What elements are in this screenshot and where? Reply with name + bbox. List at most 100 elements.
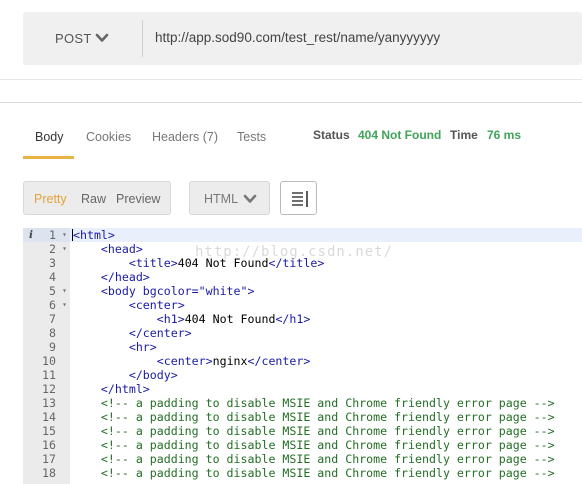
gutter-cell: 16	[23, 438, 70, 452]
gutter-cell: 6 ▾	[23, 298, 70, 312]
line-number: 7	[49, 312, 56, 326]
code-line: 11 </body>	[23, 368, 582, 382]
line-number: 11	[42, 368, 56, 382]
code-text: </body>	[128, 368, 178, 382]
language-select[interactable]: HTML	[189, 181, 270, 215]
code-text: <head>	[100, 242, 143, 256]
code-line: i 1 ▾ <html>	[23, 228, 582, 242]
request-bar-shadow	[0, 79, 582, 80]
code-text: <center>	[128, 298, 185, 312]
code-text: <body bgcolor="white">	[100, 284, 255, 298]
code-editor[interactable]: i 1 ▾ <html> 2 ▾ <head> 3 <title>404 Not Found…	[23, 228, 582, 484]
code-text: <!-- a padding to disable MSIE and Chrom…	[73, 396, 555, 410]
line-number: 12	[42, 382, 56, 396]
gutter-cell: i 1 ▾	[23, 228, 70, 242]
code-line: 9 <hr>	[23, 340, 582, 354]
time-label: Time	[450, 128, 478, 142]
gutter-cell: 3	[23, 256, 70, 270]
line-number: 2	[49, 242, 56, 256]
line-number: 4	[49, 270, 56, 284]
code-text: <html>	[73, 228, 115, 242]
status-badge: 404 Not Found	[358, 128, 442, 142]
code-text: </html>	[100, 382, 150, 396]
code-text: <hr>	[128, 340, 157, 354]
fold-toggle-icon[interactable]: ▾	[62, 228, 67, 242]
gutter-cell: 4	[23, 270, 70, 284]
gutter-cell: 18	[23, 466, 70, 480]
tab-headers[interactable]: Headers (7)	[152, 130, 218, 144]
gutter-cell: 7	[23, 312, 70, 326]
code-text: <!-- a padding to disable MSIE and Chrom…	[73, 438, 555, 452]
code-text: <center>nginx</center>	[156, 354, 311, 368]
line-number: 10	[42, 354, 56, 368]
method-dropdown[interactable]: POST	[23, 12, 141, 65]
info-icon: i	[29, 229, 33, 241]
line-number: 13	[42, 396, 56, 410]
code-text: <!-- a padding to disable MSIE and Chrom…	[73, 410, 555, 424]
gutter-cell: 17	[23, 452, 70, 466]
gutter-cell: 15	[23, 424, 70, 438]
pretty-button[interactable]: Pretty	[34, 192, 67, 206]
active-tab-indicator	[23, 156, 74, 159]
wrap-lines-button[interactable]	[280, 181, 317, 215]
line-number: 9	[49, 340, 56, 354]
time-value: 76 ms	[487, 128, 522, 142]
chevron-down-icon	[243, 194, 257, 203]
line-number: 18	[42, 466, 56, 480]
gutter-cell: 14	[23, 410, 70, 424]
line-number: 15	[42, 424, 56, 438]
preview-button[interactable]: Preview	[116, 192, 160, 206]
code-text: <!-- a padding to disable MSIE and Chrom…	[73, 466, 555, 480]
request-bar: POST http://app.sod90.com/test_rest/name…	[23, 12, 582, 65]
line-number: 1	[49, 228, 56, 242]
wrap-lines-icon	[292, 191, 308, 207]
code-line: 10 <center>nginx</center>	[23, 354, 582, 368]
tab-tests[interactable]: Tests	[237, 130, 266, 144]
line-number: 16	[42, 438, 56, 452]
text-cursor	[72, 229, 73, 241]
line-number: 17	[42, 452, 56, 466]
code-text: <h1>404 Not Found</h1>	[156, 312, 311, 326]
status-label: Status	[313, 128, 350, 142]
fold-toggle-icon[interactable]: ▾	[62, 284, 67, 298]
code-line: 18 <!-- a padding to disable MSIE and Ch…	[23, 466, 582, 480]
code-line: 8 </center>	[23, 326, 582, 340]
code-line: 17 <!-- a padding to disable MSIE and Ch…	[23, 452, 582, 466]
gutter-cell: 13	[23, 396, 70, 410]
code-text: <!-- a padding to disable MSIE and Chrom…	[73, 424, 555, 438]
gutter-cell: 10	[23, 354, 70, 368]
line-number: 8	[49, 326, 56, 340]
fold-toggle-icon[interactable]: ▾	[62, 298, 67, 312]
code-line: 12 </html>	[23, 382, 582, 396]
fold-toggle-icon[interactable]: ▾	[62, 242, 67, 256]
code-line: 15 <!-- a padding to disable MSIE and Ch…	[23, 424, 582, 438]
gutter-cell: 9	[23, 340, 70, 354]
url-input[interactable]: http://app.sod90.com/test_rest/name/yany…	[155, 30, 440, 45]
line-number: 14	[42, 410, 56, 424]
format-button-group: Pretty Raw Preview	[23, 181, 171, 215]
line-number: 5	[49, 284, 56, 298]
tab-body[interactable]: Body	[35, 130, 64, 144]
language-label: HTML	[204, 192, 239, 206]
code-line: 13 <!-- a padding to disable MSIE and Ch…	[23, 396, 582, 410]
gutter-cell: 12	[23, 382, 70, 396]
code-line: 7 <h1>404 Not Found</h1>	[23, 312, 582, 326]
method-label: POST	[55, 31, 92, 46]
watermark-text: http://blog.csdn.net/	[195, 244, 394, 260]
chevron-down-icon	[95, 33, 109, 42]
gutter-cell: 8	[23, 326, 70, 340]
code-line: 6 ▾ <center>	[23, 298, 582, 312]
code-line: 4 </head>	[23, 270, 582, 284]
code-text: </head>	[100, 270, 150, 284]
gutter-cell: 5 ▾	[23, 284, 70, 298]
gutter-cell: 2 ▾	[23, 242, 70, 256]
tab-cookies[interactable]: Cookies	[86, 130, 131, 144]
line-number: 6	[49, 298, 56, 312]
code-line: 5 ▾ <body bgcolor="white">	[23, 284, 582, 298]
response-separator	[0, 102, 582, 103]
line-number: 3	[49, 256, 56, 270]
gutter-cell: 11	[23, 368, 70, 382]
raw-button[interactable]: Raw	[81, 192, 106, 206]
method-url-divider	[142, 20, 143, 57]
code-text: </center>	[128, 326, 192, 340]
